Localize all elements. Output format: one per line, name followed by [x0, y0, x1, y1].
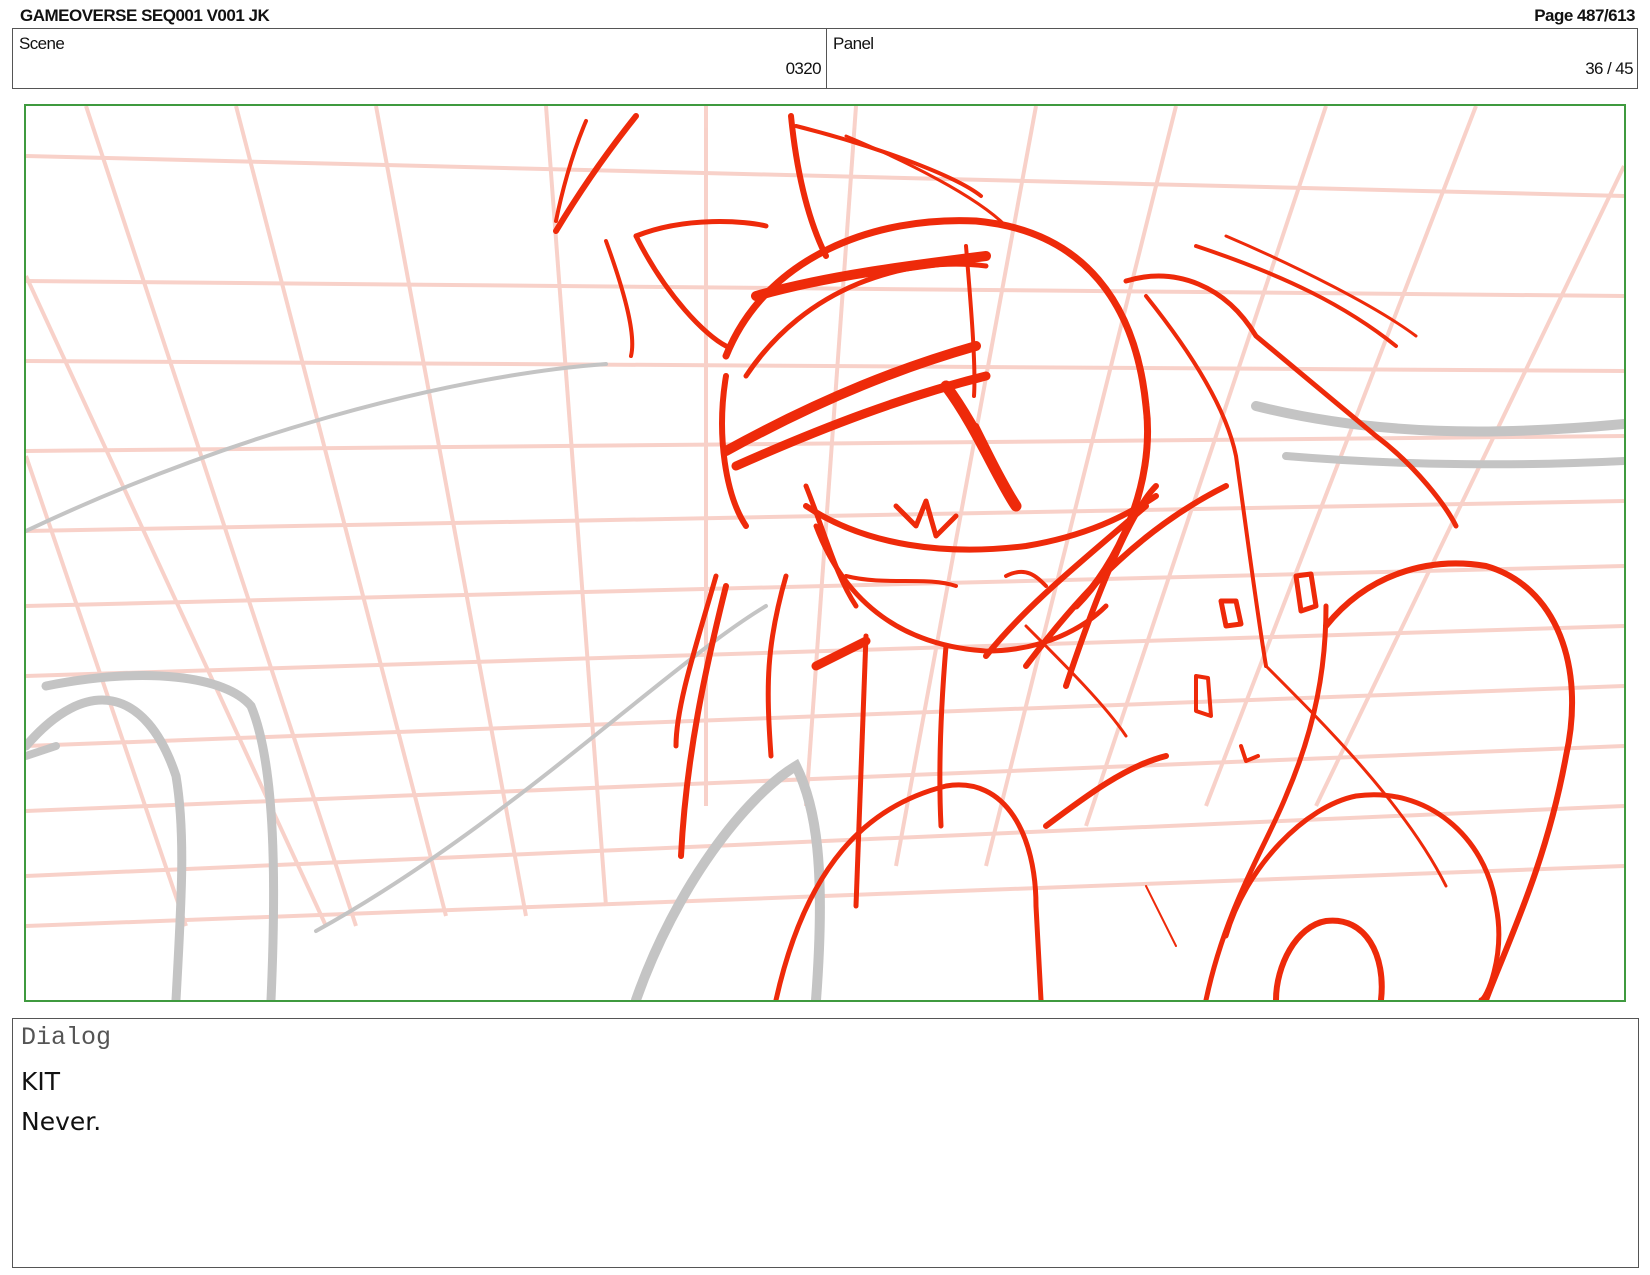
scene-panel-info: Scene 0320 Panel 36 / 45	[12, 28, 1638, 89]
scene-label: Scene	[19, 34, 65, 53]
dialog-label: Dialog	[21, 1023, 112, 1052]
page-number: Page 487/613	[1534, 6, 1635, 25]
page-header: GAMEOVERSE SEQ001 V001 JK Page 487/613	[0, 0, 1650, 30]
dialog-speaker: KIT	[21, 1067, 61, 1096]
scene-cell: Scene 0320	[13, 29, 827, 88]
panel-label: Panel	[833, 34, 874, 53]
dialog-box: Dialog KIT Never.	[12, 1018, 1639, 1268]
dialog-line: Never.	[21, 1107, 102, 1136]
scene-value: 0320	[785, 59, 822, 78]
panel-cell: Panel 36 / 45	[827, 29, 1638, 88]
document-title: GAMEOVERSE SEQ001 V001 JK	[20, 6, 270, 25]
storyboard-panel	[24, 104, 1626, 1002]
panel-value: 36 / 45	[1585, 59, 1633, 78]
storyboard-sketch-icon	[26, 106, 1624, 1000]
